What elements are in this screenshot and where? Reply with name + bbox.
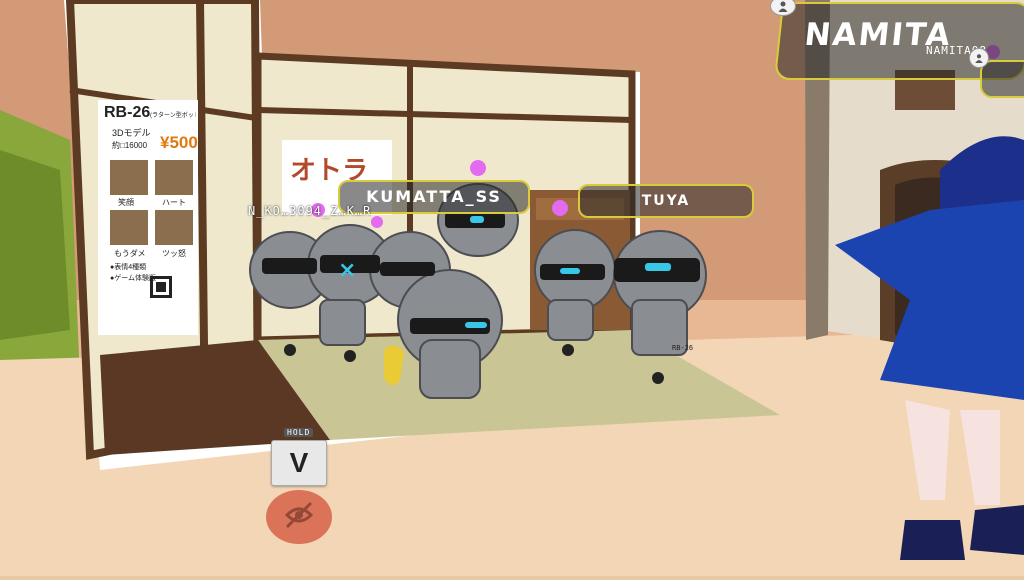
game-viewport: × [0,0,1024,576]
poster-line1: 3Dモデル [112,128,151,138]
poster-cap3: もうダメ [114,249,146,258]
player-icon-2[interactable] [969,48,989,68]
svg-text:×: × [338,258,356,283]
poster-bullet2: ●ゲーム体験版 [110,275,157,282]
nameplate-niko[interactable]: N_KO…3094_Z…K…R [248,204,371,218]
scene-graphics: × [0,0,1024,576]
poster-model: RB-26 [104,104,151,121]
robot-label: RB-26 [672,344,694,352]
nameplate-tuya-name: TUYA [641,193,691,209]
nameplate-kumatta-name: KUMATTA_SS [366,187,502,206]
poster-cap4: ツッ怒 [162,249,186,258]
mic-mute-button[interactable] [266,490,332,544]
poster-price-label: 約□16000 [112,141,148,150]
v-key-button[interactable]: V [271,440,327,486]
poster-cap2: ハート [162,198,186,207]
mic-muted-icon [281,499,317,535]
poster-model-sub: (ラターン型ボットクローン) [150,113,196,119]
poster-price: ¥500 [160,133,198,152]
poster-cap1: 笑顔 [118,198,134,207]
nameplate-offscreen[interactable] [980,60,1024,98]
poster-bullet1: ●表情4種類 [110,264,147,271]
nameplate-tuya[interactable]: TUYA [578,184,754,218]
hold-label: HOLD [284,428,314,437]
